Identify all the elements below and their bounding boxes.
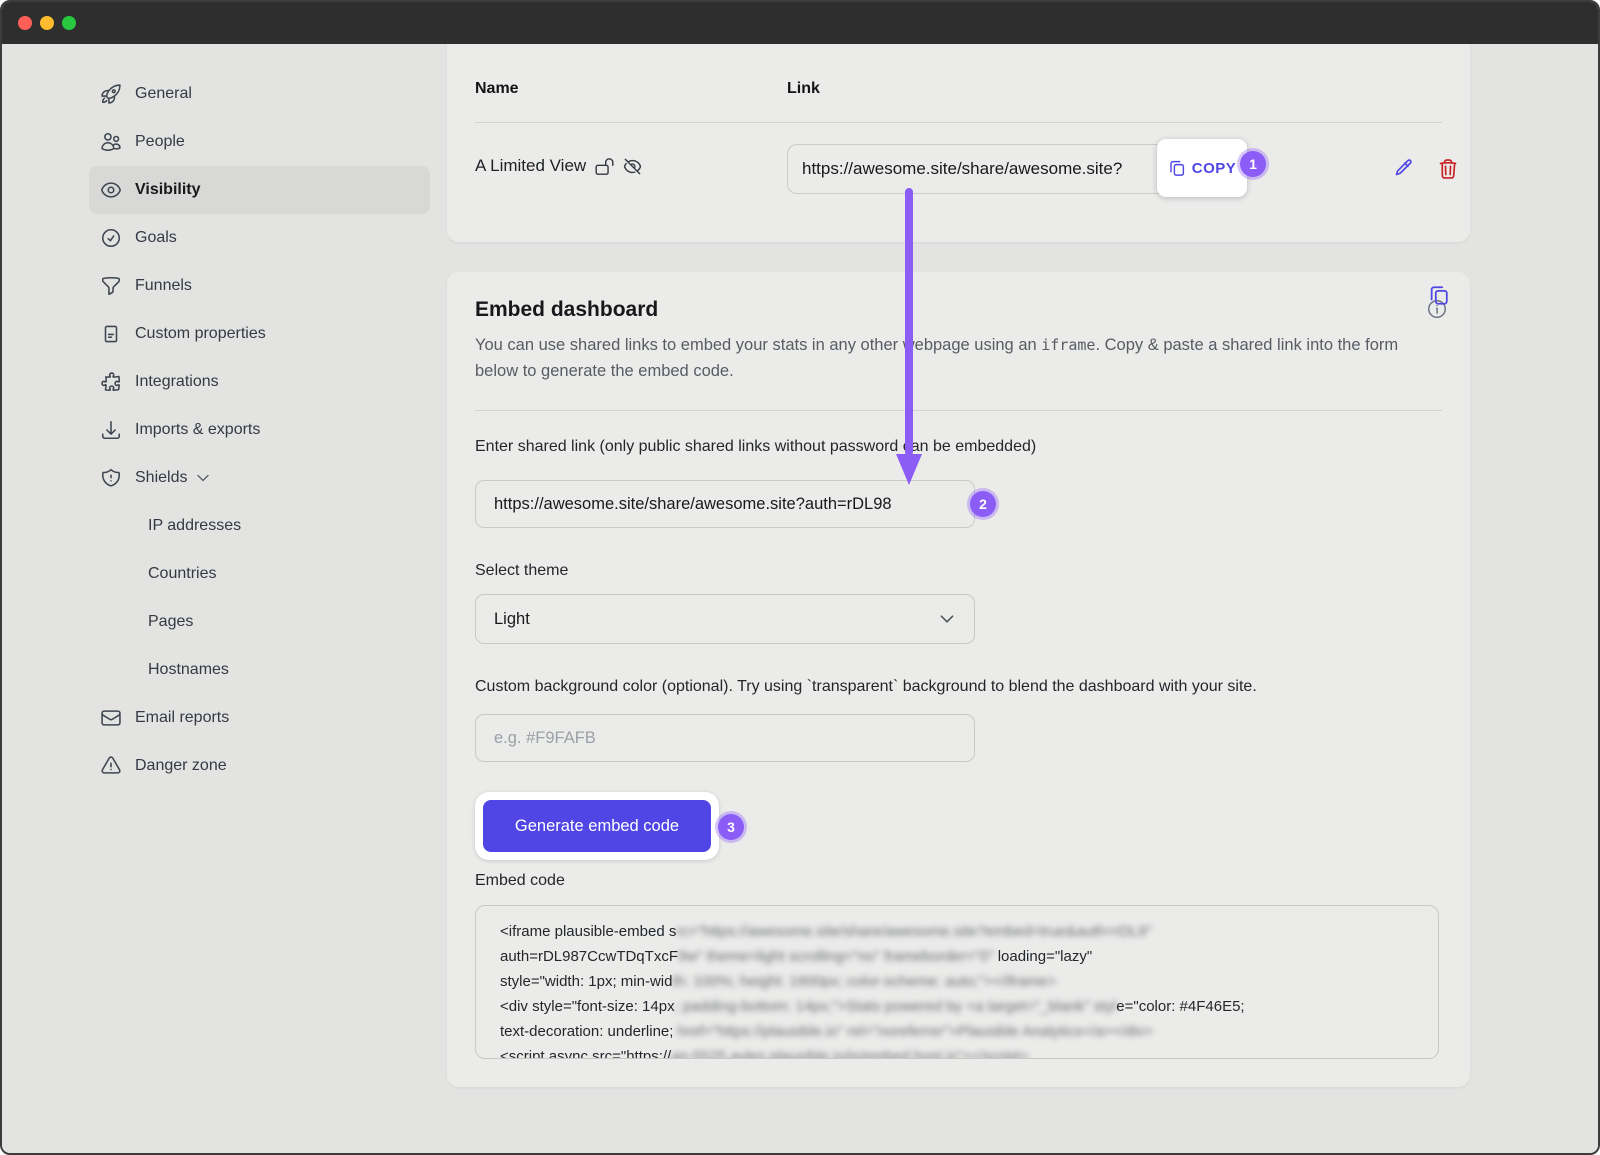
shield-icon xyxy=(100,467,122,489)
sidebar-item-label: Goals xyxy=(135,229,177,247)
mail-icon xyxy=(100,707,122,729)
embed-code-line: auth=rDL987CcwTDqTxcF9w" theme=light scr… xyxy=(500,944,1378,969)
background-color-input[interactable] xyxy=(475,714,975,762)
embed-card-title: Embed dashboard xyxy=(475,298,658,322)
title-bar xyxy=(2,2,1598,44)
section-divider xyxy=(475,410,1442,411)
sidebar-item-imports-exports[interactable]: Imports & exports xyxy=(89,406,430,454)
sidebar-item-label: IP addresses xyxy=(148,517,241,535)
sidebar-item-label: Integrations xyxy=(135,373,219,391)
sidebar-item-countries[interactable]: Countries xyxy=(89,550,430,598)
theme-select-value: Light xyxy=(494,610,530,629)
shared-link-field-label: Enter shared link (only public shared li… xyxy=(475,438,1036,456)
edit-link-button[interactable] xyxy=(1391,158,1413,180)
column-header-name: Name xyxy=(475,80,519,98)
chevron-down-icon xyxy=(195,470,211,486)
settings-page: General People Visibility Goals Funnels Custo… xyxy=(2,44,1598,1153)
step-badge-3: 3 xyxy=(718,814,744,840)
sidebar-item-label: Custom properties xyxy=(135,325,266,343)
embed-code-line: <iframe plausible-embed src="https://awe… xyxy=(500,919,1378,944)
sidebar-item-email-reports[interactable]: Email reports xyxy=(89,694,430,742)
settings-sidebar: General People Visibility Goals Funnels Custo… xyxy=(2,44,447,1153)
eye-off-icon xyxy=(623,157,642,176)
generate-embed-code-button[interactable]: Generate embed code xyxy=(483,800,711,852)
sidebar-item-general[interactable]: General xyxy=(89,70,430,118)
eye-icon xyxy=(100,179,122,201)
sidebar-item-visibility[interactable]: Visibility xyxy=(89,166,430,214)
sidebar-item-people[interactable]: People xyxy=(89,118,430,166)
sidebar-item-label: Funnels xyxy=(135,277,192,295)
embed-shared-link-input[interactable] xyxy=(475,480,975,528)
sidebar-item-goals[interactable]: Goals xyxy=(89,214,430,262)
warning-icon xyxy=(100,755,122,777)
table-divider xyxy=(475,122,1442,123)
embed-code-label: Embed code xyxy=(475,872,565,890)
sidebar-item-label: Countries xyxy=(148,565,216,583)
generate-button-highlight: Generate embed code xyxy=(475,792,719,860)
step-badge-1: 1 xyxy=(1240,151,1266,177)
sidebar-item-danger-zone[interactable]: Danger zone xyxy=(89,742,430,790)
embed-code-textarea[interactable]: <iframe plausible-embed src="https://awe… xyxy=(475,905,1439,1059)
sidebar-nav: General People Visibility Goals Funnels Custo… xyxy=(2,70,447,790)
delete-link-button[interactable] xyxy=(1437,158,1459,180)
unlock-icon xyxy=(595,157,614,176)
embed-code-line: style="width: 1px; min-width: 100%; heig… xyxy=(500,969,1378,994)
sidebar-item-hostnames[interactable]: Hostnames xyxy=(89,646,430,694)
sidebar-item-label: People xyxy=(135,133,185,151)
copy-button-label: COPY xyxy=(1192,160,1237,177)
check-circle-icon xyxy=(100,227,122,249)
embed-code-line: <div style="font-size: 14px; padding-bot… xyxy=(500,994,1378,1019)
sidebar-item-pages[interactable]: Pages xyxy=(89,598,430,646)
download-icon xyxy=(100,419,122,441)
theme-field-label: Select theme xyxy=(475,562,568,580)
sidebar-item-custom-properties[interactable]: Custom properties xyxy=(89,310,430,358)
embed-code-line: <script async src="https://an-5525.avles… xyxy=(500,1044,1378,1059)
shared-link-name: A Limited View xyxy=(475,156,586,176)
column-header-link: Link xyxy=(787,80,820,98)
close-button[interactable] xyxy=(18,16,32,30)
sidebar-item-label: Hostnames xyxy=(148,661,229,679)
zoom-button[interactable] xyxy=(62,16,76,30)
sidebar-item-label: Visibility xyxy=(135,181,201,199)
annotation-arrow-head xyxy=(896,454,922,485)
shared-links-card: Name Link A Limited View COPY 1 xyxy=(447,32,1470,242)
copy-code-icon[interactable] xyxy=(1428,284,1450,306)
app-window: General People Visibility Goals Funnels Custo… xyxy=(0,0,1600,1155)
users-icon xyxy=(100,131,122,153)
rocket-icon xyxy=(100,83,122,105)
sidebar-item-integrations[interactable]: Integrations xyxy=(89,358,430,406)
annotation-arrow xyxy=(905,188,913,456)
shared-link-row: A Limited View xyxy=(475,156,642,176)
copy-icon xyxy=(1168,159,1186,177)
minimize-button[interactable] xyxy=(40,16,54,30)
inline-code-iframe: iframe xyxy=(1041,336,1095,354)
embed-card-description: You can use shared links to embed your s… xyxy=(475,332,1442,384)
embed-dashboard-card: Embed dashboard You can use shared links… xyxy=(447,272,1470,1087)
copy-link-button[interactable]: COPY xyxy=(1157,139,1247,197)
funnel-icon xyxy=(100,275,122,297)
document-icon xyxy=(100,323,122,345)
background-color-field-label: Custom background color (optional). Try … xyxy=(475,678,1257,696)
embed-code-line: text-decoration: underline; href="https:… xyxy=(500,1019,1378,1044)
sidebar-item-label: Danger zone xyxy=(135,757,227,775)
chevron-down-icon xyxy=(938,610,956,628)
sidebar-item-label: Shields xyxy=(135,469,187,487)
theme-select[interactable]: Light xyxy=(475,594,975,644)
step-badge-2: 2 xyxy=(970,491,996,517)
puzzle-icon xyxy=(100,371,122,393)
sidebar-item-label: Email reports xyxy=(135,709,229,727)
sidebar-item-shields[interactable]: Shields xyxy=(89,454,430,502)
sidebar-item-label: Imports & exports xyxy=(135,421,260,439)
sidebar-item-funnels[interactable]: Funnels xyxy=(89,262,430,310)
sidebar-item-label: Pages xyxy=(148,613,193,631)
sidebar-item-label: General xyxy=(135,85,192,103)
sidebar-item-ip-addresses[interactable]: IP addresses xyxy=(89,502,430,550)
